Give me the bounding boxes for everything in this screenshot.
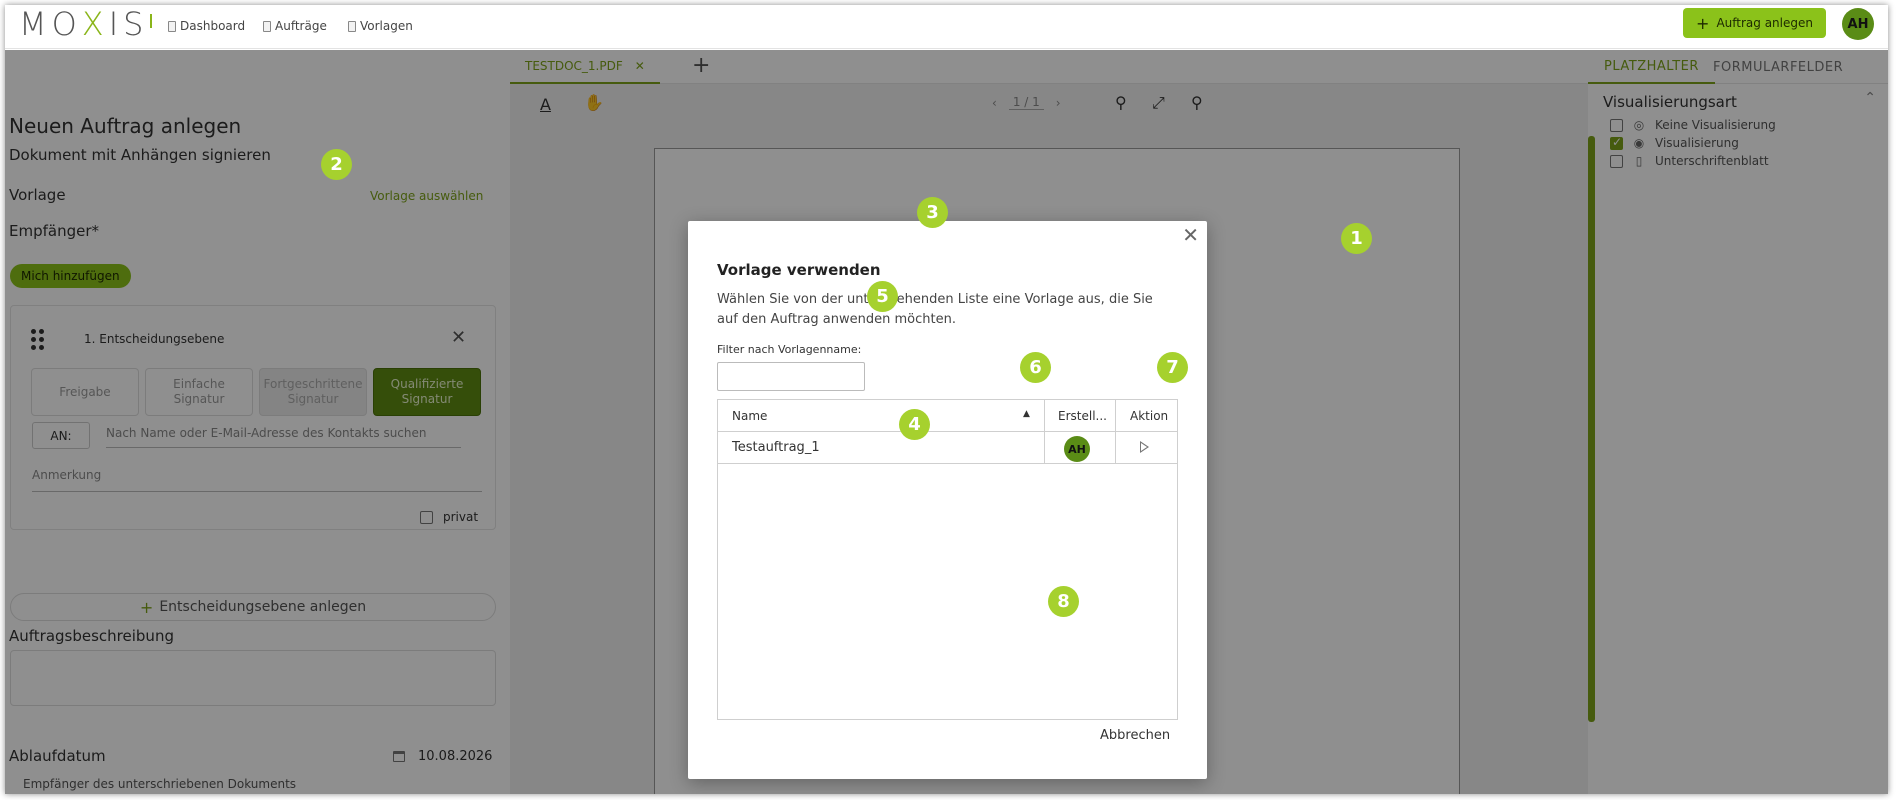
template-name: Testauftrag_1 xyxy=(732,440,820,455)
nav-auftraege[interactable]: Aufträge xyxy=(263,19,327,33)
table-header: Name ▲ Erstell... Aktion xyxy=(718,400,1177,432)
moxis-logo[interactable]: MO X IS xyxy=(19,5,153,43)
new-order-button[interactable]: + Auftrag anlegen xyxy=(1683,8,1826,38)
dialog-description: Wählen Sie von der untenstehenden Liste … xyxy=(717,292,1153,327)
column-creator[interactable]: Erstell... xyxy=(1058,400,1107,432)
table-row[interactable]: Testauftrag_1 AH xyxy=(718,433,1177,464)
plus-icon: + xyxy=(1696,13,1710,33)
dialog-title: Vorlage verwenden xyxy=(717,261,881,279)
badge-4: 4 xyxy=(899,409,930,440)
close-dialog-icon[interactable]: ✕ xyxy=(1182,223,1199,247)
app-window: MO X IS Dashboard Aufträge Vorlagen + Auft… xyxy=(5,5,1888,794)
filter-label: Filter nach Vorlagenname: xyxy=(717,343,862,356)
template-dialog: ✕ Vorlage verwenden Wählen Sie von der u… xyxy=(688,221,1207,779)
creator-avatar: AH xyxy=(1064,436,1090,462)
template-filter-input[interactable] xyxy=(717,362,865,391)
logo-text-2: IS xyxy=(108,5,149,43)
logo-text-1: MO xyxy=(19,5,82,43)
document-icon xyxy=(168,20,176,32)
badge-1: 1 xyxy=(1341,223,1372,254)
top-bar: MO X IS Dashboard Aufträge Vorlagen + Auft… xyxy=(5,5,1888,49)
sort-ascending-icon[interactable]: ▲ xyxy=(1023,409,1030,419)
nav-dashboard-label: Dashboard xyxy=(180,19,246,33)
nav-vorlagen[interactable]: Vorlagen xyxy=(348,19,413,33)
apply-template-icon[interactable] xyxy=(1140,441,1149,453)
badge-3: 3 xyxy=(917,197,948,228)
badge-5: 5 xyxy=(867,281,898,312)
logo-bar xyxy=(150,14,153,28)
nav-dashboard[interactable]: Dashboard xyxy=(168,19,245,33)
document-icon xyxy=(348,20,356,32)
document-icon xyxy=(263,20,271,32)
nav-auftraege-label: Aufträge xyxy=(275,19,327,33)
column-action: Aktion xyxy=(1130,409,1169,423)
template-table: Name ▲ Erstell... Aktion Testauftrag_1 A… xyxy=(717,399,1178,720)
column-name[interactable]: Name xyxy=(732,400,767,432)
nav-vorlagen-label: Vorlagen xyxy=(360,19,413,33)
user-avatar[interactable]: AH xyxy=(1842,8,1874,40)
badge-2: 2 xyxy=(321,149,352,180)
badge-8: 8 xyxy=(1048,586,1079,617)
badge-7: 7 xyxy=(1157,352,1188,383)
badge-6: 6 xyxy=(1020,352,1051,383)
cancel-button[interactable]: Abbrechen xyxy=(1100,728,1170,743)
new-order-label: Auftrag anlegen xyxy=(1716,16,1813,30)
logo-text-x: X xyxy=(81,5,109,43)
